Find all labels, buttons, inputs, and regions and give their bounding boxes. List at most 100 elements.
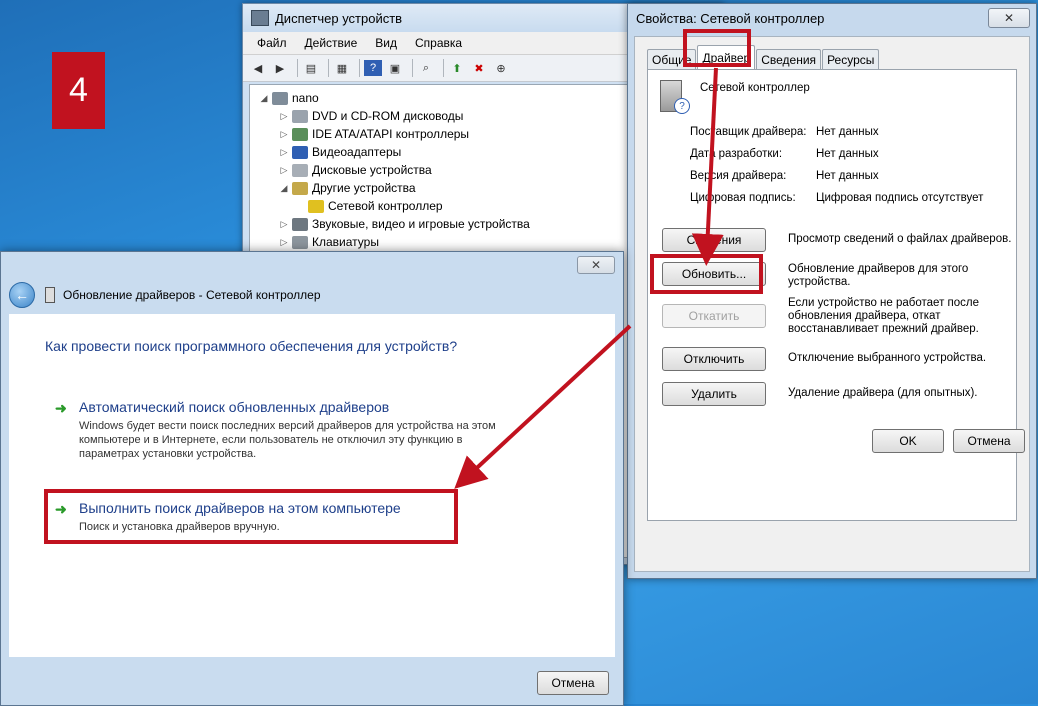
- properties-title: Свойства: Сетевой контроллер: [636, 10, 825, 26]
- wizard-header: ← Обновление драйверов - Сетевой контрол…: [9, 282, 321, 308]
- tree-item-disks[interactable]: ▷ Дисковые устройства: [278, 161, 432, 179]
- help-badge-icon: ?: [674, 98, 690, 114]
- disk-drive-icon: [292, 163, 308, 177]
- computer-icon: [272, 91, 288, 105]
- tree-item-label: Видеоадаптеры: [312, 145, 402, 159]
- menu-help[interactable]: Справка: [415, 36, 462, 50]
- tree-item-network-controller[interactable]: Сетевой контроллер: [306, 197, 443, 215]
- tree-item-keyboards[interactable]: ▷ Клавиатуры: [278, 233, 379, 251]
- tree-item-label: Сетевой контроллер: [328, 199, 443, 213]
- driver-details-button[interactable]: Сведения: [662, 228, 766, 252]
- uninstall-icon[interactable]: ✖: [470, 60, 488, 76]
- expand-arrow-icon[interactable]: ▷: [278, 129, 290, 140]
- properties-body: Общие Драйвер Сведения Ресурсы ? Сетевой…: [634, 36, 1030, 572]
- tree-item-label: nano: [292, 91, 319, 105]
- rollback-driver-button[interactable]: Откатить: [662, 304, 766, 328]
- cancel-button[interactable]: Отмена: [537, 671, 609, 695]
- driver-date-value: Нет данных: [816, 148, 879, 160]
- close-button[interactable]: ✕: [988, 8, 1030, 28]
- expand-arrow-icon[interactable]: ▷: [278, 147, 290, 158]
- driver-tab-highlight: [683, 29, 751, 67]
- expand-arrow-icon[interactable]: ▷: [278, 111, 290, 122]
- device-manager-title: Диспетчер устройств: [275, 10, 403, 26]
- driver-date-label: Дата разработки:: [690, 148, 783, 160]
- tree-item-label: Клавиатуры: [312, 235, 379, 249]
- uninstall-driver-desc: Удаление драйвера (для опытных).: [788, 387, 978, 399]
- scan-hardware-icon[interactable]: ⌕: [417, 60, 435, 76]
- disable-device-button[interactable]: Отключить: [662, 347, 766, 371]
- uninstall-driver-button[interactable]: Удалить: [662, 382, 766, 406]
- ok-button[interactable]: OK: [872, 429, 944, 453]
- driver-version-value: Нет данных: [816, 170, 879, 182]
- driver-provider-value: Нет данных: [816, 126, 879, 138]
- driver-version-label: Версия драйвера:: [690, 170, 787, 182]
- menu-view[interactable]: Вид: [375, 36, 397, 50]
- back-arrow-icon[interactable]: ←: [9, 282, 35, 308]
- step-number-badge: 4: [52, 52, 105, 129]
- green-arrow-icon: ➜: [55, 400, 67, 416]
- device-name: Сетевой контроллер: [700, 82, 810, 94]
- display-adapter-icon: [292, 145, 308, 159]
- close-button[interactable]: ✕: [577, 256, 615, 274]
- details-icon[interactable]: ▣: [386, 60, 404, 76]
- driver-tab-panel: ? Сетевой контроллер Поставщик драйвера:…: [647, 69, 1017, 521]
- tree-item-video[interactable]: ▷ Видеоадаптеры: [278, 143, 402, 161]
- tab-strip: Общие Драйвер Сведения Ресурсы: [647, 45, 880, 70]
- wizard-body: Как провести поиск программного обеспече…: [9, 314, 615, 657]
- tab-resources[interactable]: Ресурсы: [822, 49, 880, 70]
- warning-device-icon: [308, 199, 324, 213]
- update-driver-desc: Обновление драйверов для этого устройств…: [788, 263, 969, 288]
- expand-arrow-icon[interactable]: ▷: [278, 219, 290, 230]
- wizard-title: Обновление драйверов - Сетевой контролле…: [63, 288, 321, 302]
- tree-item-label: Звуковые, видео и игровые устройства: [312, 217, 530, 231]
- wizard-question: Как провести поиск программного обеспече…: [45, 338, 458, 354]
- driver-details-desc: Просмотр сведений о файлах драйверов.: [788, 233, 1012, 245]
- driver-provider-label: Поставщик драйвера:: [690, 126, 807, 138]
- disable-device-desc: Отключение выбранного устройства.: [788, 352, 987, 364]
- help-icon[interactable]: ?: [364, 60, 382, 76]
- properties-icon[interactable]: ▦: [333, 60, 351, 76]
- collapse-arrow-icon[interactable]: ◢: [278, 183, 290, 194]
- toolbar-separator: [328, 59, 329, 77]
- tab-details[interactable]: Сведения: [756, 49, 822, 70]
- tree-item-label: IDE ATA/ATAPI контроллеры: [312, 127, 470, 141]
- speaker-icon: [292, 217, 308, 231]
- tree-item-label: Дисковые устройства: [312, 163, 432, 177]
- update-driver-icon[interactable]: ⬆: [448, 60, 466, 76]
- auto-search-option[interactable]: Автоматический поиск обновленных драйвер…: [79, 399, 389, 415]
- tree-item-other[interactable]: ◢ Другие устройства: [278, 179, 416, 197]
- expand-arrow-icon[interactable]: ▷: [278, 165, 290, 176]
- toolbar-separator: [443, 59, 444, 77]
- back-icon[interactable]: ◀: [249, 60, 267, 76]
- ide-controller-icon: [292, 127, 308, 141]
- device-icon: [45, 287, 55, 303]
- expand-arrow-icon[interactable]: ▷: [278, 237, 290, 248]
- digital-signature-value: Цифровая подпись отсутствует: [816, 192, 984, 204]
- forward-icon[interactable]: ▶: [271, 60, 289, 76]
- tree-item-computer[interactable]: ◢ nano: [258, 89, 319, 107]
- menu-action[interactable]: Действие: [305, 36, 358, 50]
- keyboard-icon: [292, 235, 308, 249]
- update-button-highlight: [650, 254, 763, 294]
- rollback-driver-desc: Если устройство не работает после обновл…: [788, 297, 980, 335]
- driver-update-wizard: ✕ ← Обновление драйверов - Сетевой контр…: [0, 251, 624, 706]
- cancel-button[interactable]: Отмена: [953, 429, 1025, 453]
- console-tree-icon[interactable]: ▤: [302, 60, 320, 76]
- unknown-device-icon: [292, 181, 308, 195]
- enable-device-icon[interactable]: ⊕: [492, 60, 510, 76]
- tree-item-label: DVD и CD-ROM дисководы: [312, 109, 464, 123]
- digital-signature-label: Цифровая подпись:: [690, 192, 796, 204]
- dvd-drive-icon: [292, 109, 308, 123]
- tree-item-sound[interactable]: ▷ Звуковые, видео и игровые устройства: [278, 215, 530, 233]
- auto-search-desc: Windows будет вести поиск последних верс…: [79, 420, 496, 460]
- collapse-arrow-icon[interactable]: ◢: [258, 93, 270, 104]
- device-manager-icon: [251, 10, 269, 26]
- browse-option-highlight: [44, 489, 458, 544]
- menu-file[interactable]: Файл: [257, 36, 287, 50]
- tree-item-label: Другие устройства: [312, 181, 416, 195]
- tree-item-ide[interactable]: ▷ IDE ATA/ATAPI контроллеры: [278, 125, 470, 143]
- toolbar-separator: [412, 59, 413, 77]
- toolbar-separator: [297, 59, 298, 77]
- toolbar-separator: [359, 59, 360, 77]
- tree-item-dvd[interactable]: ▷ DVD и CD-ROM дисководы: [278, 107, 464, 125]
